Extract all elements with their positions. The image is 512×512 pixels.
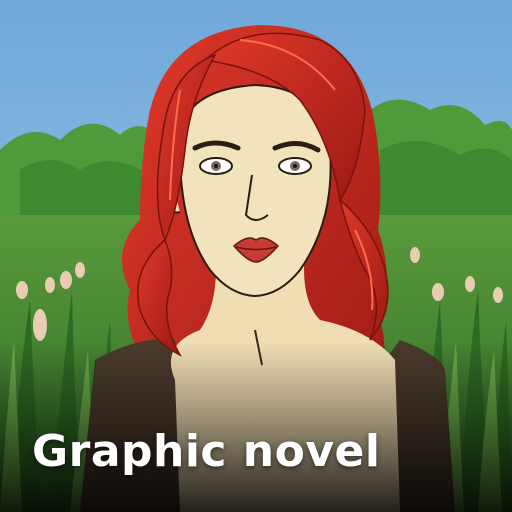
right-eye bbox=[278, 157, 312, 175]
image-card: Graphic novel bbox=[0, 0, 512, 512]
left-eye bbox=[199, 157, 233, 175]
caption-text: Graphic novel bbox=[32, 426, 381, 477]
